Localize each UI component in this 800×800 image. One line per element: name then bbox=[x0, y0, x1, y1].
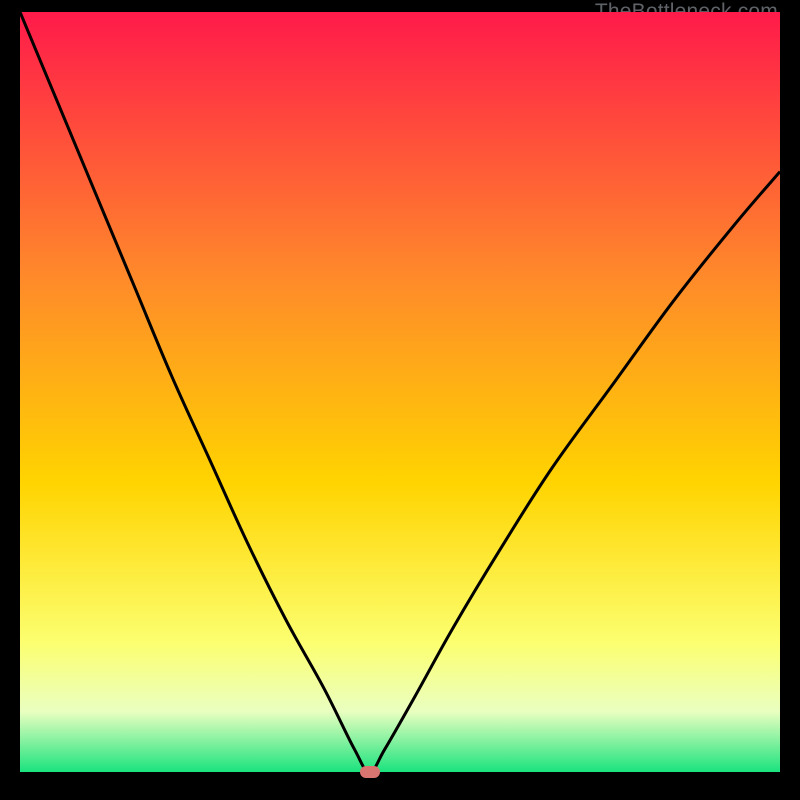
chart-container: TheBottleneck.com bbox=[0, 0, 800, 800]
plot-area bbox=[20, 12, 780, 772]
curve-layer bbox=[20, 12, 780, 772]
bottleneck-curve bbox=[20, 12, 780, 772]
optimal-point-marker bbox=[360, 766, 380, 778]
